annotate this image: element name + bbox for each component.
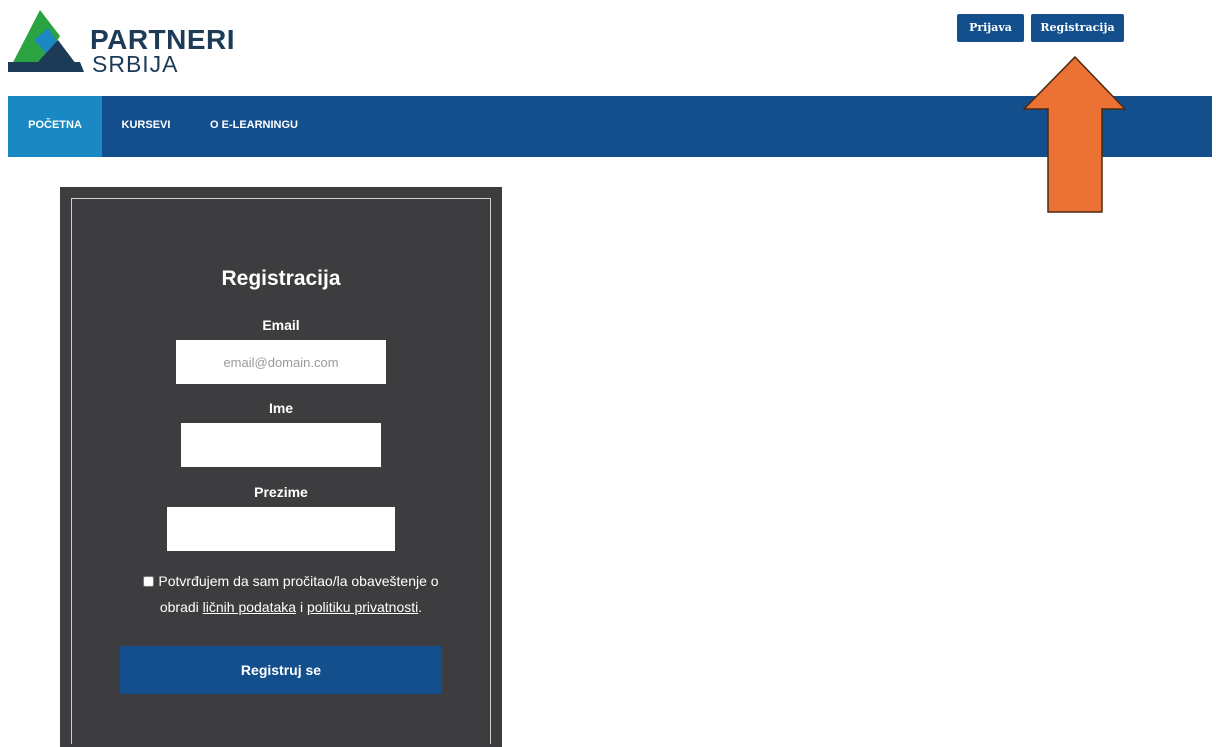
logo-text-partneri: PARTNERI <box>90 24 236 55</box>
first-name-label: Ime <box>268 400 294 416</box>
personal-data-link[interactable]: ličnih podataka <box>203 599 296 615</box>
nav-item-o-e-learningu[interactable]: O E-LEARNINGU <box>192 96 316 157</box>
register-submit-button[interactable]: Registruj se <box>120 646 442 694</box>
first-name-field[interactable] <box>181 423 381 467</box>
partneri-srbija-logo[interactable]: PARTNERI SRBIJA <box>8 10 238 76</box>
login-button[interactable]: Prijava <box>957 14 1024 42</box>
consent-checkbox[interactable] <box>143 576 155 587</box>
nav-item-pocetna[interactable]: POČETNA <box>8 96 102 157</box>
logo-mark-icon <box>8 10 84 72</box>
consent-text-2: i <box>299 599 304 615</box>
arrow-up-icon <box>1022 55 1127 213</box>
last-name-field[interactable] <box>167 507 395 551</box>
register-button[interactable]: Registracija <box>1031 14 1124 42</box>
registration-panel: Registracija Email Ime Prezime Potvrđuje… <box>60 187 502 747</box>
consent-text-3: . <box>418 599 423 615</box>
email-field[interactable] <box>176 340 386 384</box>
last-name-label: Prezime <box>254 484 308 500</box>
consent-row: Potvrđujem da sam pročitao/la obaveštenj… <box>126 568 456 620</box>
privacy-policy-link[interactable]: politiku privatnosti <box>307 599 418 615</box>
logo-text-srbija: SRBIJA <box>92 51 179 77</box>
form-title: Registracija <box>221 267 341 290</box>
nav-item-kursevi[interactable]: KURSEVI <box>116 96 176 157</box>
email-label: Email <box>262 317 300 333</box>
